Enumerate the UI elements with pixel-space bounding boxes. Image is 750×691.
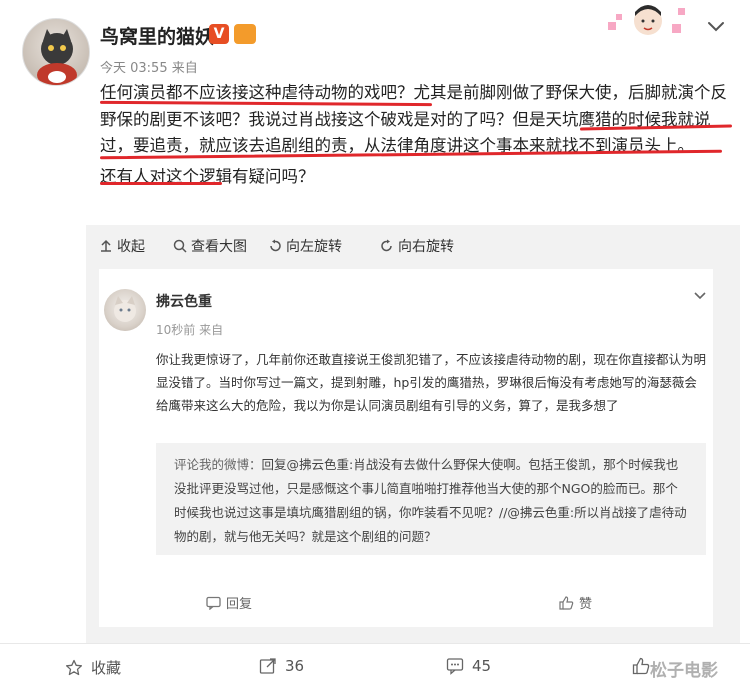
- quoted-comment: 评论我的微博：回复@拂云色重:肖战没有去做什么野保大使啊。包括王俊凯，那个时候我…: [156, 443, 706, 555]
- favorite-button[interactable]: 收藏: [65, 657, 121, 678]
- thumbs-up-icon: [559, 595, 574, 610]
- repost-button[interactable]: 36: [259, 657, 304, 675]
- reply-icon: [206, 596, 221, 610]
- favorite-label: 收藏: [91, 659, 122, 677]
- decoration-avatar-icon: [608, 5, 685, 35]
- view-large-label: 查看大图: [191, 239, 247, 255]
- rotate-right-label: 向右旋转: [398, 239, 454, 255]
- red-underline: [100, 182, 222, 185]
- comment-button[interactable]: 45: [446, 657, 491, 675]
- collapse-button[interactable]: 收起: [99, 236, 145, 256]
- watermark-text: 松子电影: [650, 661, 718, 681]
- commenter-name: 拂云色重: [156, 294, 212, 310]
- like-label: 赞: [579, 597, 593, 612]
- comment-time: 10秒前: [156, 323, 196, 337]
- verified-icon: V: [209, 24, 229, 44]
- post-source[interactable]: 来自: [172, 61, 198, 76]
- viewer-toolbar: 收起 查看大图 向左旋转 向右旋转: [86, 225, 740, 263]
- collapse-label: 收起: [117, 239, 145, 255]
- comment-count: 45: [472, 657, 492, 675]
- embedded-screenshot[interactable]: 拂云色重 10秒前 来自 你让我更惊讶了，几年前你还敢直接说王俊凯犯错了，不应该…: [99, 269, 713, 627]
- author-name[interactable]: 鸟窝里的猫妖: [100, 22, 214, 49]
- post-text: 任何演员都不应该接这种虐待动物的戏吧？尤其是前脚刚做了野保大使，后脚就演个反野保…: [100, 80, 740, 190]
- post-meta: 今天 03:55 来自: [100, 57, 198, 76]
- repost-count: 36: [285, 657, 305, 675]
- chevron-down-icon[interactable]: [704, 14, 728, 38]
- rotate-left-label: 向左旋转: [286, 239, 342, 255]
- action-bar-divider: [0, 643, 750, 644]
- collapse-icon: [101, 239, 111, 252]
- view-large-button[interactable]: 查看大图: [173, 236, 247, 256]
- author-avatar[interactable]: [22, 18, 90, 86]
- post-time: 今天 03:55: [100, 61, 168, 76]
- rotate-right-button[interactable]: 向右旋转: [380, 236, 454, 256]
- thumbs-up-icon: [632, 657, 650, 675]
- rotate-left-icon: [270, 239, 281, 252]
- search-icon: [173, 239, 187, 253]
- quote-label: 评论我的微博：: [174, 457, 262, 472]
- commenter-avatar: [104, 289, 146, 331]
- rotate-right-icon: [381, 239, 392, 252]
- share-icon: [259, 658, 276, 674]
- level-badge-icon: [234, 24, 256, 44]
- rotate-left-button[interactable]: 向左旋转: [268, 236, 342, 256]
- post-paragraph: 还有人对这个逻辑有疑问吗？: [100, 166, 315, 186]
- post-paragraph: 任何演员都不应该接这种虐待动物的戏吧？尤其是前脚刚做了野保大使，后脚就演个反野保…: [100, 83, 727, 155]
- star-icon: [65, 659, 83, 675]
- reply-label: 回复: [226, 597, 253, 612]
- comment-source: 来自: [199, 323, 224, 337]
- chevron-down-icon: [694, 292, 706, 300]
- comment-body: 你让我更惊讶了，几年前你还敢直接说王俊凯犯错了，不应该接虐待动物的剧，现在你直接…: [156, 352, 707, 413]
- image-viewer: 收起 查看大图 向左旋转 向右旋转 拂云色重 10秒前 来自 你让我更惊讶了，几…: [86, 225, 740, 643]
- comment-meta: 10秒前 来自: [156, 321, 223, 338]
- comment-reply: 回复: [206, 593, 252, 612]
- comment-icon: [446, 658, 464, 675]
- comment-like: 赞: [559, 593, 592, 612]
